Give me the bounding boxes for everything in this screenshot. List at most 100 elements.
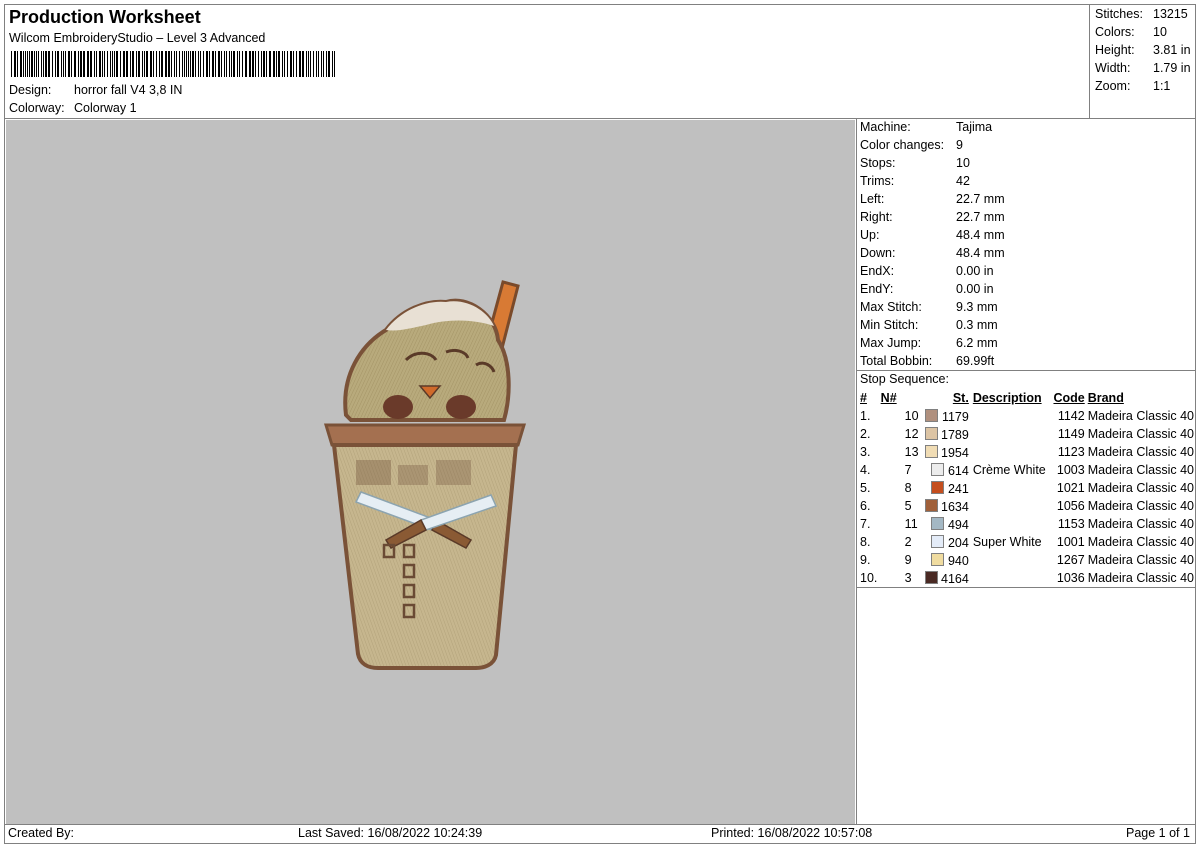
spec-value: 48.4 mm: [956, 246, 1005, 260]
barcode-bar: [212, 51, 214, 77]
barcode-bar: [136, 51, 137, 77]
spec-label: EndX:: [860, 264, 895, 278]
spec-label: Left:: [860, 192, 885, 206]
stat-colors: Colors: 10: [1095, 25, 1167, 39]
barcode-bar: [237, 51, 238, 77]
spec-row: Right: 22.7 mm: [860, 210, 1005, 224]
row-description: Super White: [972, 535, 1042, 549]
spec-row: Max Stitch: 9.3 mm: [860, 300, 998, 314]
barcode-bar: [278, 51, 280, 77]
spec-value: 22.7 mm: [956, 210, 1005, 224]
row-needle: 3: [904, 571, 912, 585]
barcode-bar: [332, 51, 333, 77]
row-index: 10.: [860, 571, 878, 585]
barcode-bar: [261, 51, 262, 77]
row-brand: Madeira Classic 40: [1087, 481, 1195, 495]
header-divider: [5, 118, 1195, 119]
barcode-bar: [146, 51, 148, 77]
barcode-bar: [182, 51, 183, 77]
barcode-bar: [161, 51, 163, 77]
barcode-bar: [299, 51, 301, 77]
barcode-bar: [138, 51, 140, 77]
barcode-bar: [306, 51, 307, 77]
row-stitches-cell: 4164: [923, 569, 973, 587]
barcode-bar: [43, 51, 44, 77]
row-stitches: 1954: [941, 445, 969, 460]
barcode-bar: [255, 51, 256, 77]
stat-value: 10: [1153, 25, 1167, 39]
row-stitches: 241: [947, 481, 969, 496]
stats-panel: Stitches: 13215 Colors: 10 Height: 3.81 in …: [1089, 5, 1196, 118]
row-stitches-cell: 1179: [923, 407, 973, 425]
barcode-bar: [144, 51, 145, 77]
row-brand: Madeira Classic 40: [1087, 445, 1195, 459]
stat-zoom: Zoom: 1:1: [1095, 79, 1170, 93]
stat-label: Height:: [1095, 43, 1135, 57]
barcode: [11, 51, 335, 77]
row-needle: 7: [904, 463, 912, 477]
row-index: 8.: [860, 535, 871, 549]
row-index: 3.: [860, 445, 871, 459]
barcode-bar: [195, 51, 196, 77]
colorway-label: Colorway:: [9, 101, 65, 115]
color-swatch: [931, 552, 945, 566]
color-swatch: [931, 534, 945, 548]
spec-value: 48.4 mm: [956, 228, 1005, 242]
row-stitches-cell: 1954: [923, 443, 973, 461]
row-code: 1036: [1056, 571, 1085, 585]
barcode-bar: [226, 51, 227, 77]
barcode-bar: [287, 51, 288, 77]
stat-label: Stitches:: [1095, 7, 1143, 21]
color-swatch: [931, 462, 945, 476]
barcode-bar: [150, 51, 152, 77]
row-code: 1056: [1056, 499, 1085, 513]
barcode-bar: [11, 51, 12, 77]
row-needle: 11: [904, 517, 918, 531]
barcode-bar: [290, 51, 292, 77]
spec-label: Color changes:: [860, 138, 945, 152]
barcode-bar: [20, 51, 22, 77]
col-stitches: St.: [952, 391, 969, 405]
footer-last-saved: Last Saved: 16/08/2022 10:24:39: [298, 826, 483, 840]
barcode-bar: [34, 51, 35, 77]
color-swatch: [924, 498, 938, 512]
spec-value: 0.00 in: [956, 264, 994, 278]
worksheet-header: Production Worksheet Wilcom EmbroiderySt…: [5, 5, 1089, 118]
barcode-bar: [242, 51, 243, 77]
barcode-bar: [156, 51, 157, 77]
barcode-bar: [252, 51, 254, 77]
barcode-bar: [110, 51, 111, 77]
embroidery-frappe-drawing: [323, 280, 527, 670]
barcode-bar: [38, 51, 39, 77]
barcode-bar: [61, 51, 62, 77]
barcode-bar: [296, 51, 297, 77]
barcode-bar: [107, 51, 108, 77]
barcode-bar: [25, 51, 26, 77]
barcode-bar: [65, 51, 66, 77]
barcode-bar: [27, 51, 28, 77]
row-code: 1021: [1056, 481, 1085, 495]
footer-page-number: Page 1 of 1: [1126, 826, 1190, 840]
barcode-bar: [29, 51, 30, 77]
row-description: Crème White: [972, 463, 1046, 477]
row-stitches: 1179: [941, 409, 969, 424]
row-description: [973, 407, 1051, 425]
barcode-bar: [130, 51, 131, 77]
barcode-bar: [74, 51, 76, 77]
cup-body: [331, 443, 519, 670]
col-needle: N#: [880, 391, 897, 405]
col-description: Description: [972, 391, 1042, 405]
spec-row: Trims: 42: [860, 174, 970, 188]
barcode-bar: [282, 51, 283, 77]
row-stitches-cell: 1789: [923, 425, 973, 443]
barcode-bar: [323, 51, 324, 77]
table-row: 10. 3 4164 1036 Madeira Classic 40: [858, 569, 1200, 587]
barcode-bar: [116, 51, 118, 77]
row-code: 1003: [1056, 463, 1085, 477]
barcode-bar: [334, 51, 335, 77]
barcode-bar: [326, 51, 327, 77]
row-needle: 13: [904, 445, 919, 459]
barcode-bar: [218, 51, 220, 77]
spec-label: Up:: [860, 228, 880, 242]
spec-label: Machine:: [860, 120, 911, 134]
